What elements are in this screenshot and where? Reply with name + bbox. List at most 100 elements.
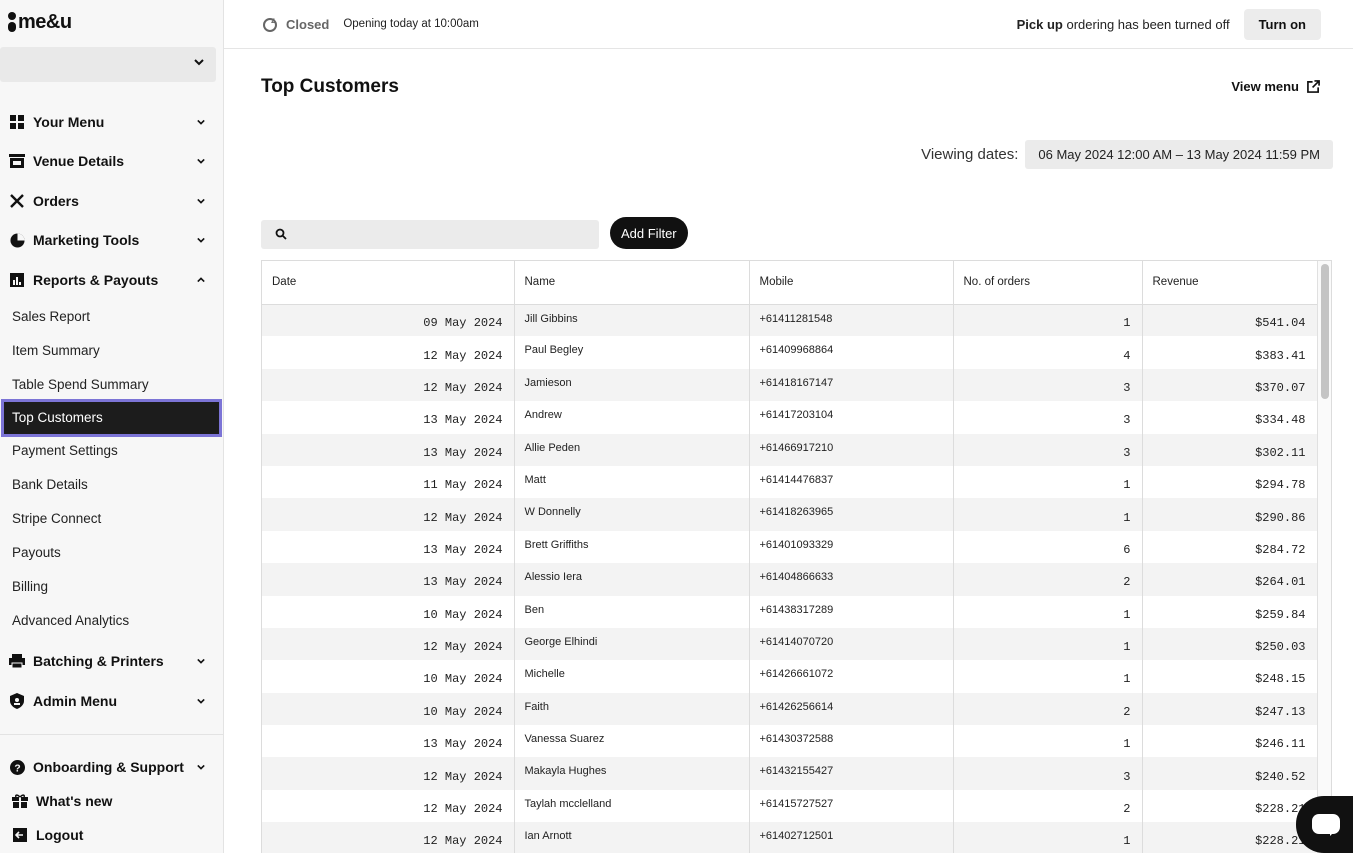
chevron-down-icon bbox=[197, 159, 205, 164]
sidebar-item-sales-report[interactable]: Sales Report bbox=[0, 300, 223, 334]
nav-logout[interactable]: Logout bbox=[0, 818, 223, 852]
view-menu-link[interactable]: View menu bbox=[1231, 79, 1320, 94]
column-header-orders[interactable]: No. of orders bbox=[953, 261, 1143, 305]
cell-orders: 3 bbox=[953, 757, 1143, 790]
cell-date: 10 May 2024 bbox=[262, 660, 515, 693]
cell-date: 10 May 2024 bbox=[262, 595, 515, 628]
cell-revenue: $284.72 bbox=[1142, 530, 1318, 564]
scrollbar-thumb[interactable] bbox=[1321, 264, 1329, 399]
search-input[interactable] bbox=[297, 220, 597, 249]
cell-mobile: +61415727527 bbox=[749, 789, 954, 823]
cell-date: 13 May 2024 bbox=[262, 433, 515, 466]
cell-date: 13 May 2024 bbox=[262, 530, 515, 564]
column-header-date[interactable]: Date bbox=[262, 261, 515, 305]
nav-onboarding-support[interactable]: ? Onboarding & Support bbox=[0, 750, 223, 784]
sidebar-item-payouts[interactable]: Payouts bbox=[0, 536, 223, 570]
cell-orders: 2 bbox=[953, 692, 1143, 726]
utensils-icon bbox=[9, 193, 25, 209]
table-row[interactable]: 13 May 2024 Brett Griffiths +61401093329 6 $… bbox=[262, 530, 1318, 564]
cell-revenue: $370.07 bbox=[1142, 368, 1318, 402]
cell-orders: 3 bbox=[953, 433, 1143, 466]
scrollbar-track[interactable] bbox=[1317, 261, 1331, 853]
nav-orders[interactable]: Orders bbox=[0, 181, 223, 221]
cell-date: 10 May 2024 bbox=[262, 692, 515, 726]
svg-text:?: ? bbox=[14, 763, 20, 774]
cell-date: 09 May 2024 bbox=[262, 304, 515, 337]
table-row[interactable]: 10 May 2024 Michelle +61426661072 1 $248.15 bbox=[262, 660, 1318, 693]
sidebar-item-top-customers[interactable]: Top Customers bbox=[1, 398, 222, 437]
nav-marketing-tools[interactable]: Marketing Tools bbox=[0, 221, 223, 261]
help-icon: ? bbox=[9, 759, 25, 775]
turn-on-button[interactable]: Turn on bbox=[1243, 8, 1321, 40]
table-row[interactable]: 13 May 2024 Vanessa Suarez +61430372588 1 $2… bbox=[262, 725, 1318, 758]
brand-logo[interactable]: me&u bbox=[0, 0, 223, 44]
cell-mobile: +61466917210 bbox=[749, 433, 954, 466]
table-header-row: Date Name Mobile No. of orders Revenue bbox=[262, 261, 1318, 305]
cell-revenue: $294.78 bbox=[1142, 465, 1318, 499]
table-row[interactable]: 10 May 2024 Ben +61438317289 1 $259.84 bbox=[262, 595, 1318, 628]
nav-your-menu[interactable]: Your Menu bbox=[0, 102, 223, 142]
venue-select[interactable] bbox=[0, 47, 216, 82]
table-row[interactable]: 09 May 2024 Jill Gibbins +61411281548 1 $541… bbox=[262, 304, 1318, 337]
sidebar-item-table-spend-summary[interactable]: Table Spend Summary bbox=[0, 368, 223, 402]
sidebar-item-billing[interactable]: Billing bbox=[0, 570, 223, 604]
chat-launcher[interactable] bbox=[1296, 796, 1353, 853]
cell-date: 13 May 2024 bbox=[262, 563, 515, 596]
sidebar-item-item-summary[interactable]: Item Summary bbox=[0, 334, 223, 368]
cell-revenue: $246.11 bbox=[1142, 725, 1318, 758]
cell-revenue: $541.04 bbox=[1142, 304, 1318, 337]
nav-venue-details[interactable]: Venue Details bbox=[0, 142, 223, 182]
nav-admin-menu[interactable]: Admin Menu bbox=[0, 681, 223, 721]
chevron-down-icon bbox=[197, 698, 205, 704]
sidebar-item-bank-details[interactable]: Bank Details bbox=[0, 468, 223, 502]
status-closed: Closed bbox=[286, 16, 330, 32]
add-filter-button[interactable]: Add Filter bbox=[610, 217, 688, 249]
cell-mobile: +61432155427 bbox=[749, 757, 954, 790]
date-range-picker[interactable]: 06 May 2024 12:00 AM – 13 May 2024 11:59… bbox=[1025, 140, 1333, 169]
table-row[interactable]: 12 May 2024 Paul Begley +61409968864 4 $383.… bbox=[262, 336, 1318, 369]
chevron-down-icon bbox=[197, 238, 205, 243]
column-header-mobile[interactable]: Mobile bbox=[749, 261, 954, 305]
cell-name: Ben bbox=[514, 595, 750, 628]
cell-revenue: $240.52 bbox=[1142, 757, 1318, 790]
table-row[interactable]: 12 May 2024 George Elhindi +61414070720 1 $2… bbox=[262, 627, 1318, 661]
table-row[interactable]: 12 May 2024 Ian Arnott +61402712501 1 $228.2… bbox=[262, 822, 1318, 853]
cell-revenue: $259.84 bbox=[1142, 595, 1318, 628]
table-row[interactable]: 13 May 2024 Andrew +61417203104 3 $334.48 bbox=[262, 401, 1318, 434]
table-row[interactable]: 11 May 2024 Matt +61414476837 1 $294.78 bbox=[262, 465, 1318, 499]
table-row[interactable]: 13 May 2024 Alessio Iera +61404866633 2 $264… bbox=[262, 563, 1318, 596]
cell-date: 12 May 2024 bbox=[262, 368, 515, 402]
cell-revenue: $228.21 bbox=[1142, 789, 1318, 823]
cell-mobile: +61417203104 bbox=[749, 401, 954, 434]
cell-orders: 1 bbox=[953, 595, 1143, 628]
chevron-down-icon bbox=[194, 59, 204, 66]
sidebar-item-payment-settings[interactable]: Payment Settings bbox=[0, 434, 223, 468]
cell-revenue: $290.86 bbox=[1142, 498, 1318, 531]
cell-revenue: $250.03 bbox=[1142, 627, 1318, 661]
shield-user-icon bbox=[9, 692, 25, 709]
nav-whats-new[interactable]: What's new bbox=[0, 784, 223, 818]
sidebar-item-advanced-analytics[interactable]: Advanced Analytics bbox=[0, 604, 223, 638]
table-row[interactable]: 12 May 2024 Taylah mcclelland +61415727527… bbox=[262, 789, 1318, 823]
column-header-revenue[interactable]: Revenue bbox=[1142, 261, 1318, 305]
table-row[interactable]: 13 May 2024 Allie Peden +61466917210 3 $302.… bbox=[262, 433, 1318, 466]
logo-icon bbox=[8, 12, 16, 32]
nav-batching-printers[interactable]: Batching & Printers bbox=[0, 642, 223, 682]
cell-revenue: $264.01 bbox=[1142, 563, 1318, 596]
cell-date: 13 May 2024 bbox=[262, 725, 515, 758]
cell-orders: 1 bbox=[953, 304, 1143, 337]
nav-reports-payouts[interactable]: Reports & Payouts bbox=[0, 260, 223, 300]
cell-orders: 1 bbox=[953, 465, 1143, 499]
table-row[interactable]: 12 May 2024 W Donnelly +61418263965 1 $290.8… bbox=[262, 498, 1318, 531]
sidebar-item-stripe-connect[interactable]: Stripe Connect bbox=[0, 502, 223, 536]
svg-text:z: z bbox=[271, 16, 275, 25]
table-row[interactable]: 10 May 2024 Faith +61426256614 2 $247.13 bbox=[262, 692, 1318, 726]
column-header-name[interactable]: Name bbox=[514, 261, 750, 305]
table-row[interactable]: 12 May 2024 Makayla Hughes +61432155427 3 $2… bbox=[262, 757, 1318, 790]
table-row[interactable]: 12 May 2024 Jamieson +61418167147 3 $370.07 bbox=[262, 368, 1318, 402]
cell-date: 13 May 2024 bbox=[262, 401, 515, 434]
cell-revenue: $383.41 bbox=[1142, 336, 1318, 369]
pie-chart-icon bbox=[9, 232, 25, 248]
cell-revenue: $334.48 bbox=[1142, 401, 1318, 434]
cell-name: Brett Griffiths bbox=[514, 530, 750, 564]
